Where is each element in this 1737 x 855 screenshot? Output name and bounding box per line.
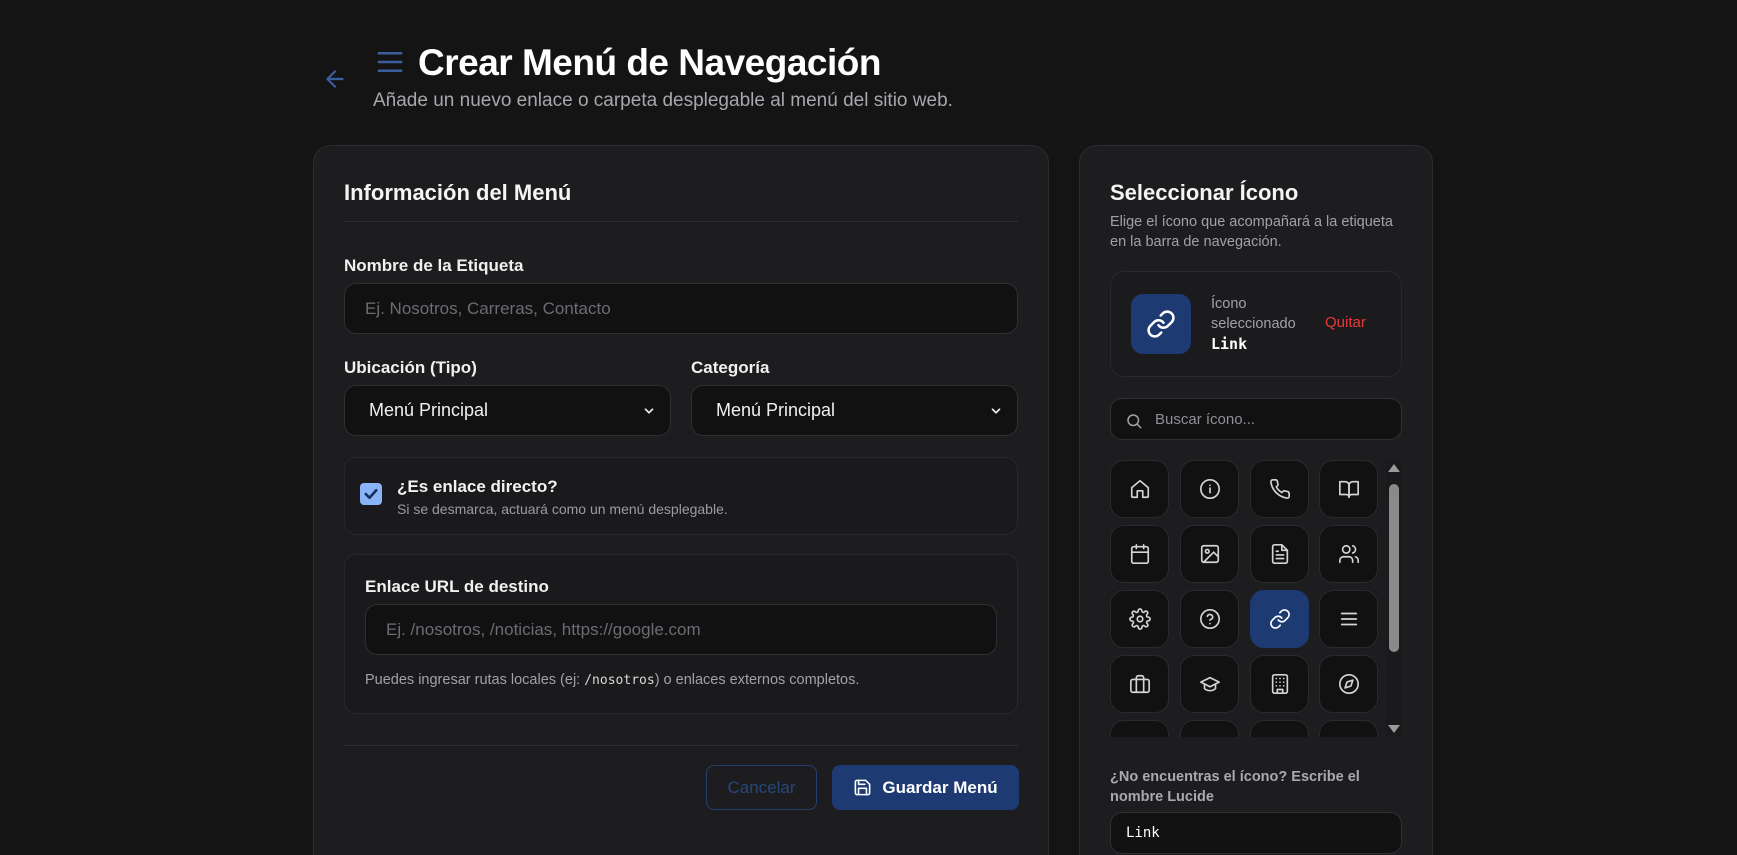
selected-icon-name: Link [1211, 335, 1248, 353]
scroll-up-arrow-icon[interactable] [1388, 464, 1400, 472]
icon-picker-description: Elige el ícono que acompañará a la etiqu… [1110, 214, 1393, 250]
page-subtitle: Añade un nuevo enlace o carpeta desplega… [373, 90, 953, 111]
remove-icon-button[interactable]: Quitar [1325, 314, 1366, 331]
info-icon[interactable] [1180, 460, 1239, 518]
category-select-value: Menú Principal [716, 400, 836, 420]
page-title: Crear Menú de Navegación [418, 42, 881, 83]
home-icon[interactable] [1110, 460, 1169, 518]
file-text-icon[interactable] [1250, 525, 1309, 583]
menu-form-card: Información del Menú Nombre de la Etique… [313, 145, 1049, 855]
location-select-value: Menú Principal [369, 400, 489, 420]
save-button[interactable]: Guardar Menú [832, 765, 1019, 810]
scroll-down-arrow-icon[interactable] [1388, 725, 1400, 733]
selected-icon-panel: Ícono seleccionado Link Quitar [1110, 271, 1402, 377]
phone-icon[interactable] [1250, 460, 1309, 518]
users-icon[interactable] [1319, 525, 1378, 583]
icon-picker-card: Seleccionar Ícono Elige el ícono que aco… [1079, 145, 1433, 855]
calendar-icon[interactable] [1110, 525, 1169, 583]
icon-search [1110, 398, 1402, 440]
icon-grid [1110, 460, 1390, 737]
building-icon[interactable] [1250, 655, 1309, 713]
direct-link-option: ¿Es enlace directo? Si se desmarca, actu… [344, 457, 1018, 535]
url-label: Enlace URL de destino [365, 577, 549, 596]
graduation-cap-icon[interactable] [1180, 655, 1239, 713]
icon-picker-title: Seleccionar Ícono [1110, 180, 1299, 205]
divider [344, 745, 1018, 746]
image-icon[interactable] [1180, 525, 1239, 583]
url-help-text: Puedes ingresar rutas locales (ej: /noso… [365, 672, 860, 688]
label-name-input[interactable] [344, 283, 1018, 334]
direct-link-checkbox[interactable] [360, 483, 382, 505]
location-select[interactable]: Menú Principal [344, 385, 671, 436]
custom-icon-input[interactable]: Link [1110, 812, 1402, 854]
category-label: Categoría [691, 358, 770, 377]
more-3-icon[interactable] [1250, 720, 1309, 737]
link-icon[interactable] [1250, 590, 1309, 648]
more-2-icon[interactable] [1180, 720, 1239, 737]
url-help-code: /nosotros [584, 673, 655, 688]
location-label: Ubicación (Tipo) [344, 358, 477, 377]
chevron-down-icon [644, 408, 654, 414]
menu-icon[interactable] [1319, 590, 1378, 648]
link-icon [1131, 294, 1191, 354]
briefcase-icon[interactable] [1110, 655, 1169, 713]
label-name-label: Nombre de la Etiqueta [344, 256, 524, 275]
cancel-button[interactable]: Cancelar [706, 765, 817, 810]
url-input[interactable] [365, 604, 997, 655]
direct-link-subtitle: Si se desmarca, actuará como un menú des… [397, 501, 728, 517]
help-circle-icon[interactable] [1180, 590, 1239, 648]
url-section: Enlace URL de destino Puedes ingresar ru… [344, 554, 1018, 714]
category-select[interactable]: Menú Principal [691, 385, 1018, 436]
section-title: Información del Menú [344, 180, 572, 205]
compass-icon[interactable] [1319, 655, 1378, 713]
scroll-thumb[interactable] [1389, 484, 1399, 652]
selected-icon-label: Ícono seleccionado [1211, 296, 1296, 332]
check-icon [364, 488, 378, 500]
save-button-label: Guardar Menú [882, 777, 998, 797]
direct-link-title: ¿Es enlace directo? [397, 477, 558, 496]
more-4-icon[interactable] [1319, 720, 1378, 737]
menu-icon [375, 47, 405, 77]
settings-icon[interactable] [1110, 590, 1169, 648]
divider [344, 221, 1018, 222]
icon-search-input[interactable] [1155, 399, 1395, 439]
icon-grid-scrollbar[interactable] [1386, 460, 1402, 737]
more-1-icon[interactable] [1110, 720, 1169, 737]
chevron-down-icon [991, 408, 1001, 414]
book-open-icon[interactable] [1319, 460, 1378, 518]
custom-icon-label: ¿No encuentras el ícono? Escribe el nomb… [1110, 769, 1360, 805]
back-arrow-icon[interactable] [322, 66, 348, 92]
search-icon [1127, 414, 1142, 429]
save-icon [854, 779, 871, 796]
